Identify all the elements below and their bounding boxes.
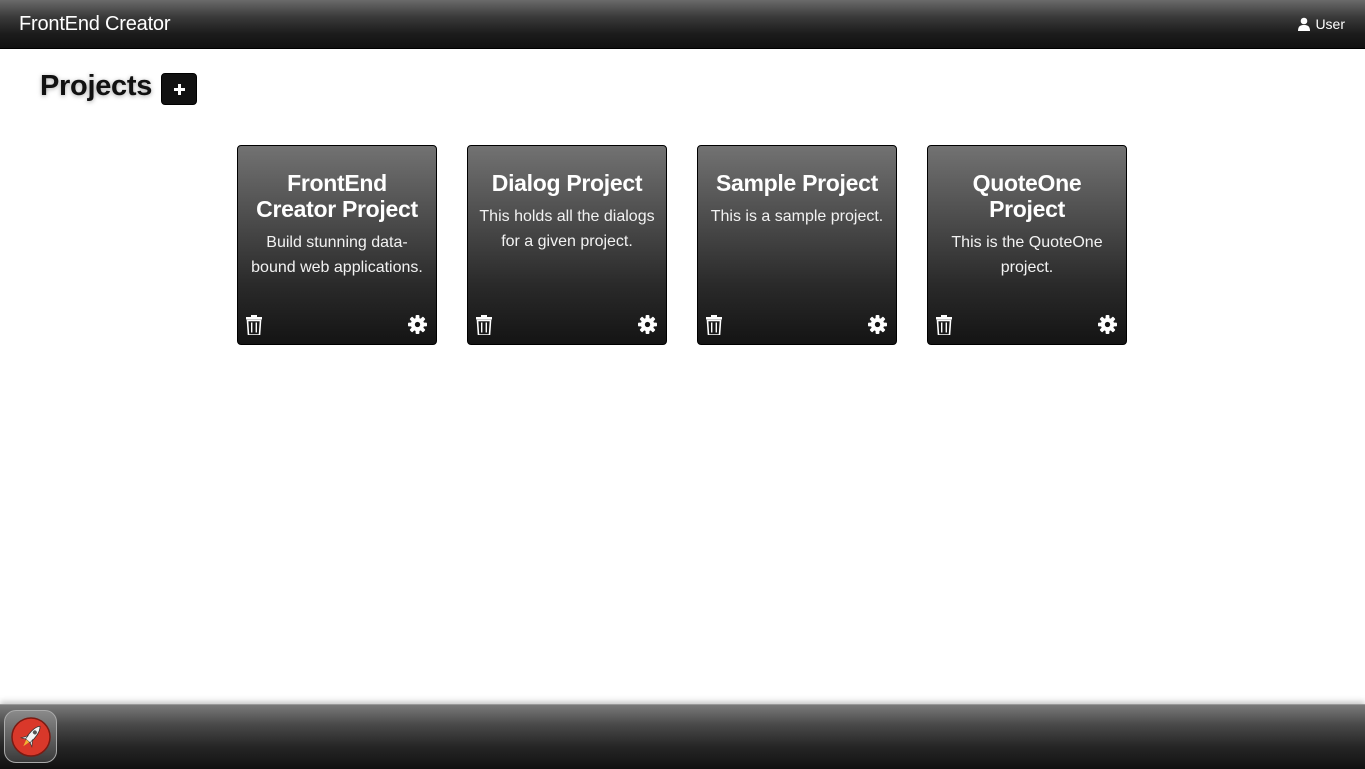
project-description: Build stunning data-bound web applicatio…: [251, 234, 423, 276]
user-icon: [1298, 17, 1311, 31]
project-title: QuoteOne Project: [972, 170, 1082, 222]
user-menu[interactable]: User: [1297, 16, 1345, 32]
project-card[interactable]: QuoteOne Project This is the QuoteOne pr…: [927, 145, 1127, 345]
add-project-button[interactable]: [161, 73, 198, 105]
page-heading: Projects: [40, 68, 198, 105]
project-card[interactable]: Dialog Project This holds all the dialog…: [467, 145, 667, 345]
gear-icon[interactable]: [1098, 315, 1117, 334]
project-description: This is a sample project.: [710, 208, 884, 225]
project-title: Dialog Project: [491, 170, 643, 196]
top-navbar: FrontEnd Creator User: [0, 0, 1365, 49]
project-description: This is the QuoteOne project.: [951, 234, 1103, 276]
project-card[interactable]: Sample Project This is a sample project.: [697, 145, 897, 345]
gear-icon[interactable]: [868, 315, 887, 334]
trash-icon[interactable]: [476, 315, 492, 335]
user-label: User: [1315, 16, 1345, 32]
plus-icon: [173, 83, 185, 95]
page-title: Projects: [40, 70, 153, 102]
trash-icon[interactable]: [936, 315, 952, 335]
app-brand[interactable]: FrontEnd Creator: [19, 13, 171, 36]
trash-icon[interactable]: [246, 315, 262, 335]
gear-icon[interactable]: [638, 315, 657, 334]
project-title: Sample Project: [716, 170, 878, 196]
bottom-dock: [0, 704, 1365, 769]
project-list: FrontEnd Creator Project Build stunning …: [237, 145, 1127, 345]
trash-icon[interactable]: [706, 315, 722, 335]
project-description: This holds all the dialogs for a given p…: [479, 208, 655, 250]
launcher-button[interactable]: [4, 710, 57, 763]
rocket-icon: [10, 716, 51, 757]
gear-icon[interactable]: [408, 315, 427, 334]
project-card[interactable]: FrontEnd Creator Project Build stunning …: [237, 145, 437, 345]
project-title: FrontEnd Creator Project: [256, 170, 418, 222]
